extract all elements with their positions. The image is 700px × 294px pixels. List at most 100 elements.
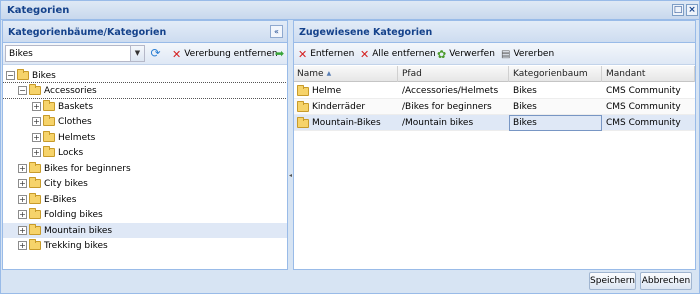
table-row[interactable]: Helme /Accessories/Helmets Bikes CMS Com… — [294, 83, 695, 99]
column-header-name[interactable]: Name ▲ — [294, 66, 398, 82]
window-title: Kategorien — [7, 5, 70, 16]
name-cell: Mountain-Bikes — [294, 115, 398, 131]
expand-toggle-icon[interactable]: + — [32, 117, 41, 126]
expand-toggle-icon[interactable]: + — [18, 210, 27, 219]
category-tree-select[interactable]: Bikes ▼ — [5, 45, 145, 62]
path-cell: /Bikes for beginners — [402, 102, 492, 112]
tree-node-label: Bikes — [32, 70, 56, 81]
tree-node[interactable]: − Accessories — [3, 82, 287, 99]
discard-button[interactable]: ✿ Verwerfen — [437, 46, 495, 62]
folder-icon — [29, 162, 41, 173]
folder-icon — [29, 208, 41, 219]
splitter-collapse-icon[interactable]: ◂ — [289, 172, 292, 180]
folder-icon — [43, 146, 55, 157]
tree-node-label: Folding bikes — [44, 209, 103, 220]
assign-arrow-icon[interactable]: ➡ — [273, 47, 286, 60]
grid-toolbar: ✕ Entfernen ✕ Alle entfernen ✿ Verwerfen… — [294, 43, 695, 65]
expand-toggle-icon[interactable]: + — [32, 133, 41, 142]
name-cell: Helme — [294, 83, 398, 99]
path-cell: /Accessories/Helmets — [402, 86, 499, 96]
expand-toggle-icon[interactable]: + — [18, 195, 27, 204]
inherit-icon: ▤ — [501, 48, 511, 60]
assigned-categories-panel-header: Zugewiesene Kategorien — [294, 21, 695, 43]
tree-node-label: Clothes — [58, 116, 92, 127]
tree-node-label: Helmets — [58, 132, 96, 143]
category-tree-select-value: Bikes — [9, 49, 33, 59]
remove-label: Entfernen — [310, 49, 355, 59]
refresh-icon[interactable]: ⟳ — [149, 47, 162, 60]
chevron-down-icon[interactable]: ▼ — [130, 46, 144, 61]
tree-node[interactable]: + Helmets — [3, 130, 287, 145]
expand-toggle-icon[interactable]: + — [18, 226, 27, 235]
panel-title: Zugewiesene Kategorien — [299, 27, 433, 38]
tree-node-label: E-Bikes — [44, 194, 77, 205]
column-header-path[interactable]: Pfad — [398, 66, 509, 82]
tree-node-label: Accessories — [44, 85, 97, 96]
folder-icon — [29, 193, 41, 204]
close-icon[interactable]: × — [686, 4, 698, 16]
tree-node[interactable]: + E-Bikes — [3, 192, 287, 207]
collapse-panel-icon[interactable]: « — [270, 25, 283, 38]
tree-node[interactable]: + Bikes for beginners — [3, 161, 287, 176]
save-button[interactable]: Speichern — [589, 272, 636, 290]
table-row[interactable]: Mountain-Bikes /Mountain bikes Bikes CMS… — [294, 115, 695, 131]
tree-toolbar: Bikes ▼ ⟳ ✕ Vererbung entfernen ➡ — [3, 43, 287, 65]
remove-inheritance-label: Vererbung entfernen — [184, 49, 278, 59]
collapse-toggle-icon[interactable]: − — [6, 71, 15, 80]
category-trees-panel: Kategorienbäume/Kategorien « Bikes ▼ ⟳ ✕… — [2, 20, 288, 270]
expand-toggle-icon[interactable]: + — [32, 148, 41, 157]
client-cell: CMS Community — [606, 118, 681, 128]
expand-toggle-icon[interactable]: + — [32, 102, 41, 111]
folder-icon — [29, 239, 41, 250]
remove-button[interactable]: ✕ Entfernen — [298, 46, 354, 62]
inherit-button[interactable]: ▤ Vererben — [501, 46, 554, 62]
tree-node-label: Locks — [58, 147, 84, 158]
tree-cell[interactable]: Bikes — [509, 115, 602, 131]
folder-icon — [29, 177, 41, 188]
remove-all-icon: ✕ — [360, 47, 370, 61]
tree-node[interactable]: + Folding bikes — [3, 207, 287, 222]
folder-icon — [43, 100, 55, 111]
tree-node-label: Bikes for beginners — [44, 163, 131, 174]
expand-toggle-icon[interactable]: + — [18, 241, 27, 250]
remove-icon: ✕ — [172, 47, 182, 61]
remove-all-button[interactable]: ✕ Alle entfernen — [360, 46, 436, 62]
table-row[interactable]: Kinderräder /Bikes for beginners Bikes C… — [294, 99, 695, 115]
remove-icon: ✕ — [298, 47, 308, 61]
tree-node[interactable]: + Trekking bikes — [3, 238, 287, 253]
tree-node[interactable]: + Locks — [3, 145, 287, 160]
tree-node-label: Trekking bikes — [44, 240, 108, 251]
folder-icon — [43, 115, 55, 126]
folder-icon — [17, 69, 29, 80]
sort-asc-icon: ▲ — [326, 70, 332, 77]
column-header-client[interactable]: Mandant — [602, 66, 695, 82]
folder-icon — [297, 100, 309, 112]
expand-toggle-icon[interactable]: + — [18, 164, 27, 173]
folder-icon — [29, 224, 41, 235]
window-header: Kategorien □ × — [1, 1, 699, 20]
category-trees-panel-header: Kategorienbäume/Kategorien « — [3, 21, 287, 43]
tree-node[interactable]: − Bikes — [3, 68, 287, 83]
tree-node[interactable]: + Mountain bikes — [3, 223, 287, 238]
folder-icon — [297, 116, 309, 128]
cancel-button[interactable]: Abbrechen — [640, 272, 692, 290]
column-header-tree[interactable]: Kategorienbaum — [509, 66, 602, 82]
folder-icon — [297, 84, 309, 96]
tree-cell: Bikes — [513, 102, 537, 112]
folder-icon — [29, 84, 41, 95]
assigned-categories-panel: Zugewiesene Kategorien ✕ Entfernen ✕ All… — [293, 20, 696, 270]
collapse-toggle-icon[interactable]: − — [18, 86, 27, 95]
inherit-label: Vererben — [513, 49, 555, 59]
category-tree: − Bikes − Accessories + Baskets + Clothe… — [3, 66, 287, 269]
tree-node[interactable]: + Clothes — [3, 114, 287, 129]
remove-inheritance-button[interactable]: ✕ Vererbung entfernen — [172, 46, 278, 62]
tree-node-label: City bikes — [44, 178, 88, 189]
tree-node[interactable]: + Baskets — [3, 99, 287, 114]
name-cell: Kinderräder — [294, 99, 398, 115]
panel-title: Kategorienbäume/Kategorien — [8, 27, 167, 38]
remove-all-label: Alle entfernen — [372, 49, 436, 59]
panel-splitter[interactable] — [289, 20, 292, 270]
maximize-icon[interactable]: □ — [672, 4, 684, 16]
expand-toggle-icon[interactable]: + — [18, 179, 27, 188]
tree-node[interactable]: + City bikes — [3, 176, 287, 191]
